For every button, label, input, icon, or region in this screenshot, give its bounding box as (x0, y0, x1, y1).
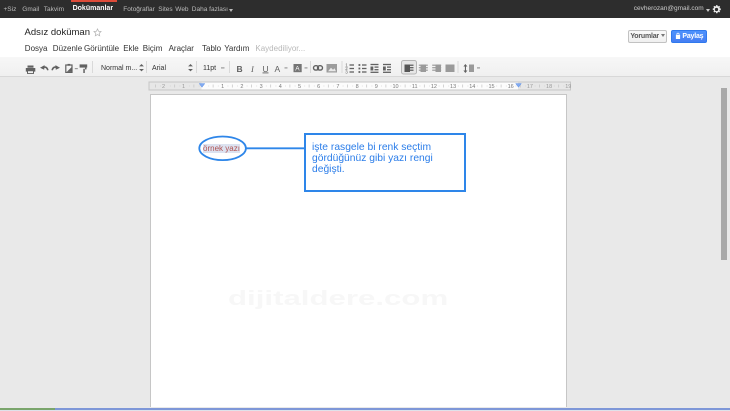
svg-text:2: 2 (240, 84, 243, 90)
svg-text:16: 16 (508, 84, 514, 90)
svg-text:19: 19 (565, 84, 571, 90)
svg-text:U: U (263, 64, 269, 74)
svg-text:9: 9 (375, 84, 378, 90)
svg-text:A: A (295, 66, 300, 73)
svg-text:10: 10 (392, 84, 398, 90)
svg-text:17: 17 (527, 84, 533, 90)
svg-text:8: 8 (356, 84, 359, 90)
svg-text:A: A (275, 64, 281, 74)
svg-text:1: 1 (221, 84, 224, 90)
svg-text:6: 6 (317, 84, 320, 90)
svg-text:I: I (250, 64, 255, 74)
svg-text:18: 18 (546, 84, 552, 90)
svg-text:4: 4 (279, 84, 282, 90)
svg-text:5: 5 (298, 84, 301, 90)
svg-text:B: B (237, 64, 243, 74)
svg-text:1: 1 (182, 84, 185, 90)
svg-text:7: 7 (336, 84, 339, 90)
svg-text:12: 12 (431, 84, 437, 90)
svg-text:11: 11 (412, 84, 418, 90)
svg-text:13: 13 (450, 84, 456, 90)
svg-text:3: 3 (345, 70, 348, 75)
svg-text:2: 2 (162, 84, 165, 90)
svg-text:3: 3 (260, 84, 263, 90)
svg-text:15: 15 (488, 84, 494, 90)
svg-text:14: 14 (469, 84, 475, 90)
